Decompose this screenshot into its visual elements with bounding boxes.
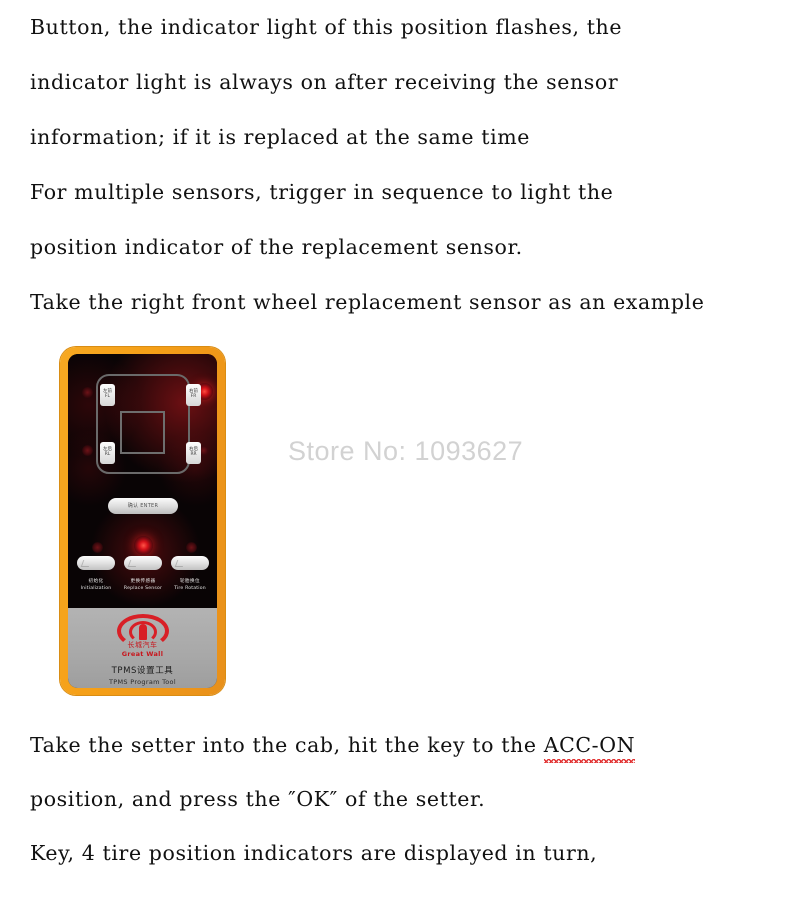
led-indicator-center	[134, 536, 153, 555]
caption-en: Replace Sensor	[123, 586, 163, 591]
caption-en: Tire Rotation	[174, 586, 206, 591]
spellcheck-misspelled-word: ACC-ON	[543, 718, 636, 772]
tire-label-en: FR	[190, 394, 197, 399]
device-body: 左前 FL 右前 FR 左后 RL 右后 RR 确认 ENTER 初始化 Ini…	[68, 354, 217, 688]
tire-rotation-button	[171, 556, 209, 570]
great-wall-logo-icon	[116, 614, 169, 648]
store-number-watermark: Store No: 1093627	[288, 436, 524, 466]
caption-cn: 更换传感器	[130, 579, 156, 584]
device-button-row: 初始化 Initialization 更换传感器 Replace Sensor …	[68, 556, 217, 608]
product-name-en: TPMS Program Tool	[109, 678, 176, 686]
text-line: Take the setter into the cab, hit the ke…	[30, 718, 780, 772]
caption-cn: 初始化	[88, 579, 104, 584]
tire-label-en: FL	[105, 394, 110, 399]
text-line: Button, the indicator light of this posi…	[30, 15, 623, 39]
car-body-graphic	[120, 411, 165, 454]
tire-label-front-right: 右前 FR	[186, 384, 201, 406]
initialization-button-caption: 初始化 Initialization	[71, 578, 121, 592]
instruction-paragraph-top: Button, the indicator light of this posi…	[30, 0, 780, 330]
product-name-cn: TPMS设置工具	[111, 666, 174, 676]
text-line: Take the right front wheel replacement s…	[30, 290, 705, 314]
replace-sensor-button	[124, 556, 162, 570]
text-line: indicator light is always on after recei…	[30, 70, 619, 94]
brand-name-en: Great Wall	[121, 650, 164, 658]
text-line: position indicator of the replacement se…	[30, 235, 523, 259]
text-segment: Take the setter into the cab, hit the ke…	[30, 733, 544, 757]
tire-label-front-left: 左前 FL	[100, 384, 115, 406]
tpms-tool-device-photo: 左前 FL 右前 FR 左后 RL 右后 RR 确认 ENTER 初始化 Ini…	[60, 347, 225, 695]
led-rear-left	[82, 445, 93, 456]
enter-button: 确认 ENTER	[108, 498, 178, 514]
device-screen-panel: 左前 FL 右前 FR 左后 RL 右后 RR 确认 ENTER 初始化 Ini…	[68, 354, 217, 608]
device-brand-panel: 长城汽车 Great Wall TPMS设置工具 TPMS Program To…	[68, 608, 217, 688]
tire-rotation-button-caption: 轮胎换位 Tire Rotation	[165, 578, 215, 592]
text-line: Key, 4 tire position indicators are disp…	[30, 841, 598, 865]
text-line: For multiple sensors, trigger in sequenc…	[30, 180, 614, 204]
tire-label-en: RR	[190, 452, 197, 457]
instruction-paragraph-bottom: Take the setter into the cab, hit the ke…	[30, 718, 780, 880]
text-line: position, and press the ″OK″ of the sett…	[30, 787, 486, 811]
caption-en: Initialization	[80, 586, 112, 591]
tire-label-rear-left: 左后 RL	[100, 442, 115, 464]
led-indicator-right	[186, 542, 197, 553]
initialization-button	[77, 556, 115, 570]
caption-cn: 轮胎换位	[180, 579, 200, 584]
led-indicator-left	[92, 542, 103, 553]
replace-sensor-button-caption: 更换传感器 Replace Sensor	[118, 578, 168, 592]
text-line: information; if it is replaced at the sa…	[30, 125, 531, 149]
tire-label-rear-right: 右后 RR	[186, 442, 201, 464]
tire-label-en: RL	[104, 452, 111, 457]
led-front-left	[82, 387, 93, 398]
